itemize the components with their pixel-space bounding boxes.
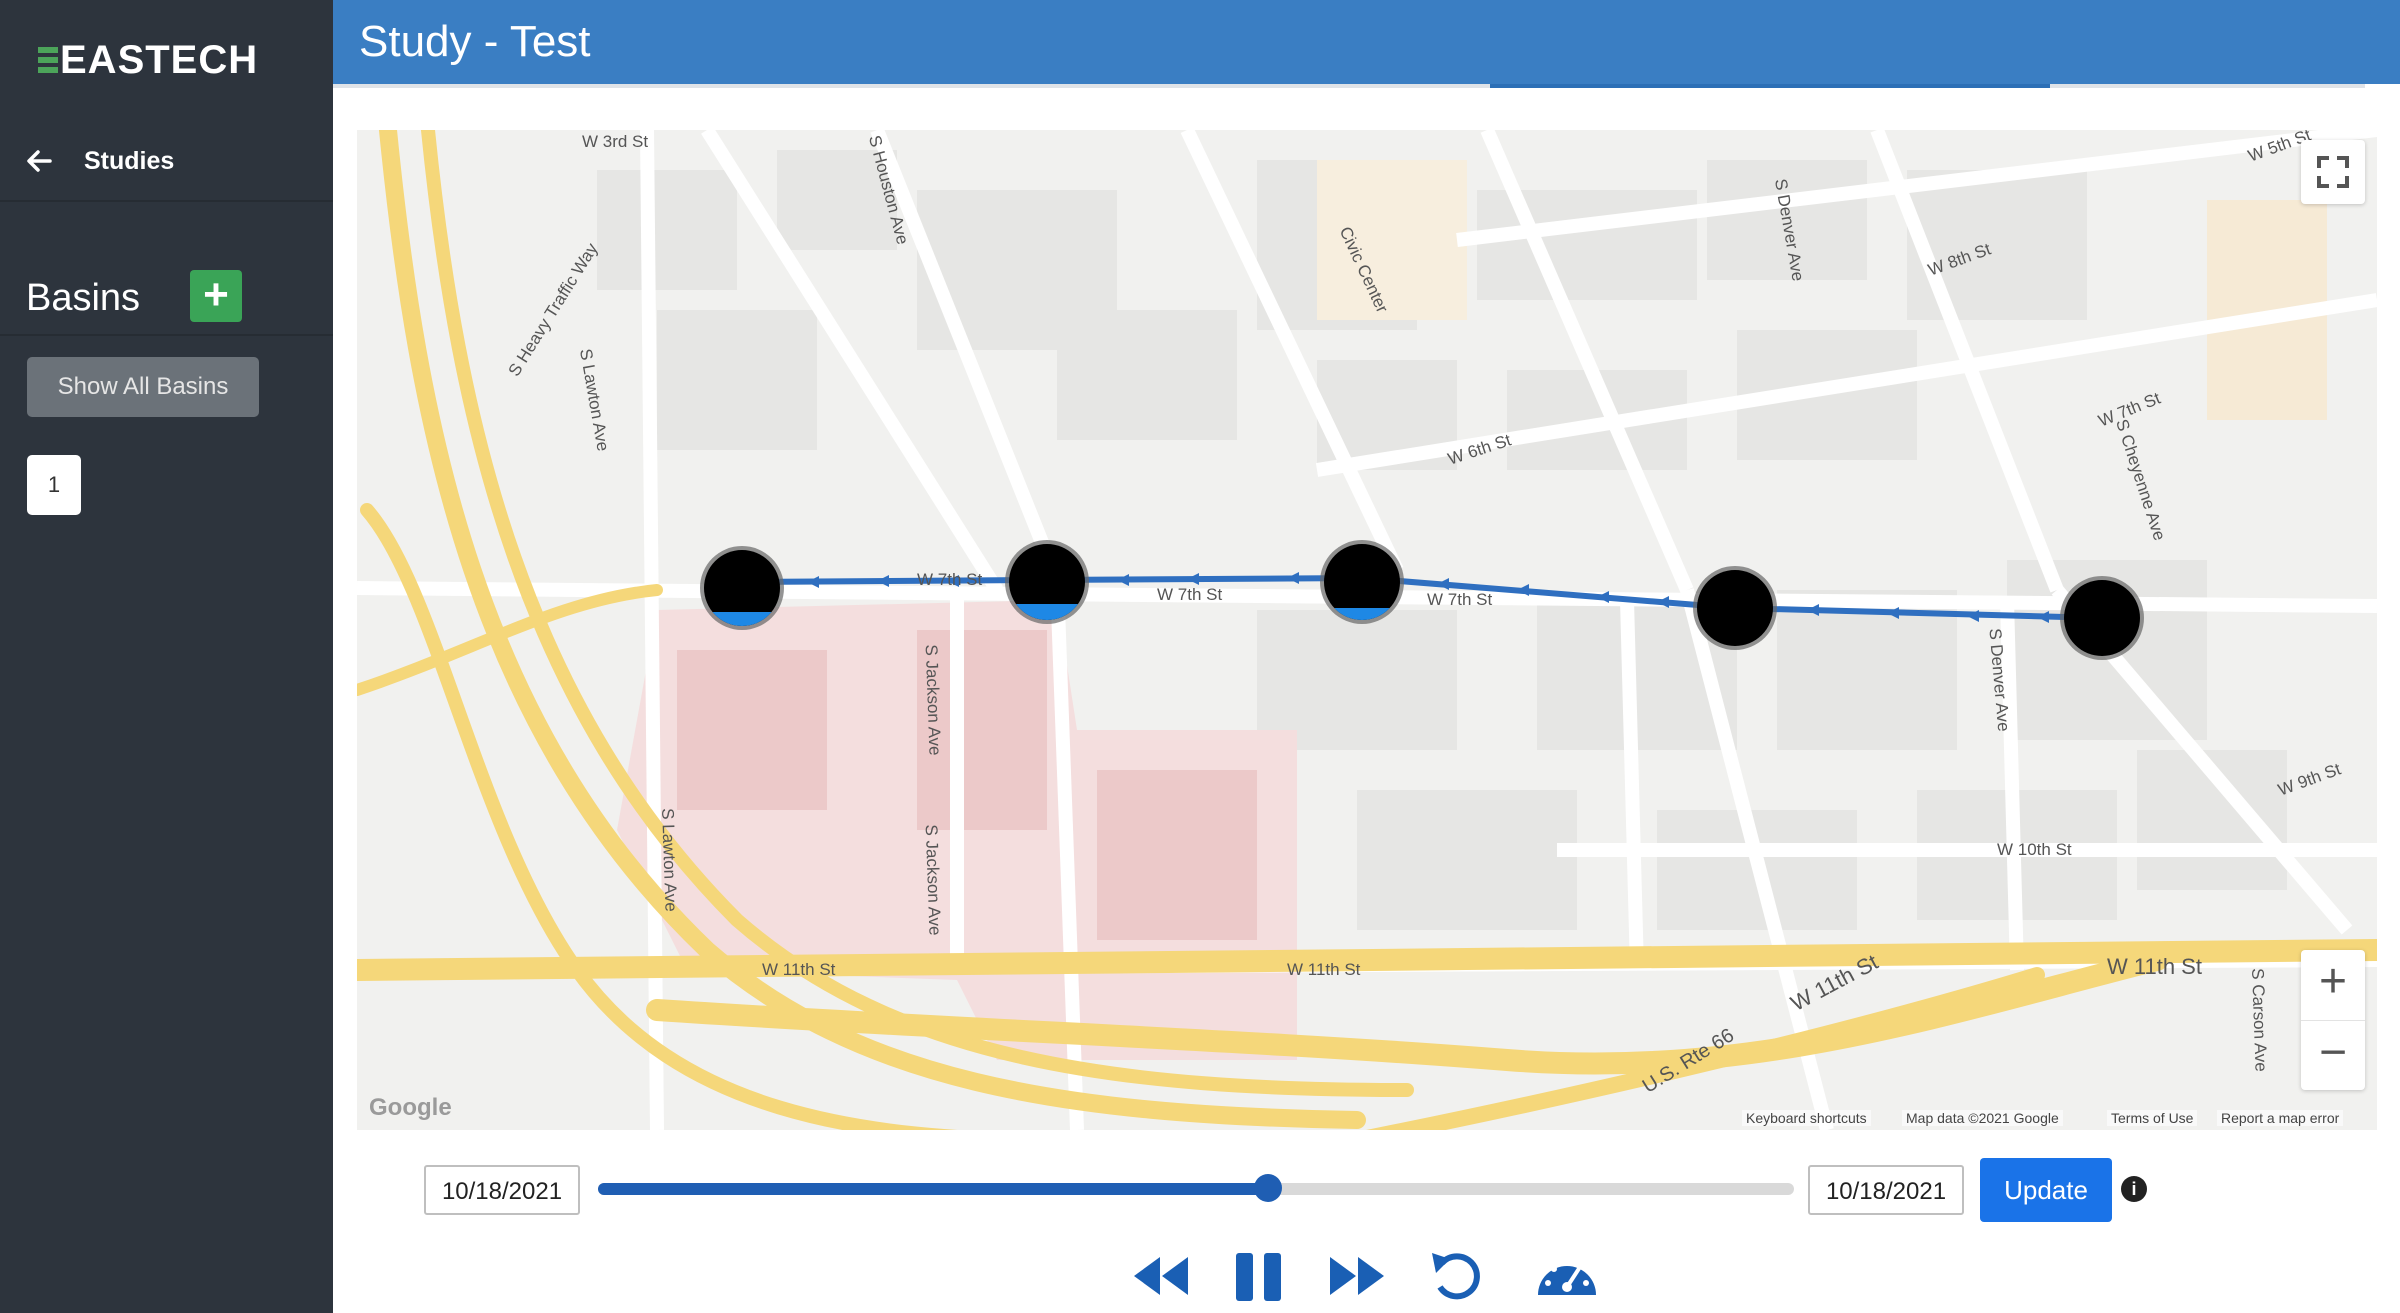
map-data-attribution: Map data ©2021 Google [1902,1110,2063,1126]
zoom-in-button[interactable]: + [2301,950,2365,1020]
eastech-logo[interactable]: EASTECH [38,38,258,82]
basins-heading: Basins [26,277,141,319]
street-label: S Lawton Ave [658,807,681,913]
fast-forward-icon [1330,1257,1384,1295]
report-map-error-link[interactable]: Report a map error [2217,1110,2344,1126]
logo-mark-icon [38,45,58,75]
pause-icon [1236,1253,1281,1301]
map-view[interactable]: W 3rd St W 5th St W 6th St W 7th St W 7t… [357,130,2377,1130]
page-title: Study - Test [359,17,591,66]
replay-button[interactable] [1424,1245,1494,1307]
monitor-node[interactable] [2060,576,2144,660]
speed-icon [1538,1260,1596,1295]
street-label: W 7th St [1157,585,1223,604]
street-label: W 11th St [762,960,836,979]
start-date-input[interactable]: 10/18/2021 [424,1165,580,1215]
keyboard-shortcuts-link[interactable]: Keyboard shortcuts [1742,1110,1871,1126]
street-label: W 11th St [1287,960,1361,979]
add-basin-button[interactable]: + [190,270,242,322]
header-accent-line [1490,84,2050,88]
street-label: S Jackson Ave [921,644,945,756]
rewind-icon [1134,1257,1188,1295]
end-date-input[interactable]: 10/18/2021 [1808,1165,1964,1215]
header-underline [333,84,2365,88]
street-label: W 3rd St [582,132,649,151]
timeline-slider[interactable] [598,1174,1794,1202]
google-logo: Google [369,1094,452,1121]
zoom-out-button[interactable]: − [2301,1020,2365,1091]
divider [0,200,333,202]
info-icon[interactable]: i [2121,1176,2147,1202]
terms-of-use-link[interactable]: Terms of Use [2107,1110,2198,1126]
divider [0,334,333,336]
page-header: Study - Test [333,0,2400,84]
speed-button[interactable] [1532,1245,1602,1307]
replay-icon [1432,1253,1480,1300]
show-all-basins-button[interactable]: Show All Basins [27,357,259,417]
street-label: S Jackson Ave [921,824,945,936]
fullscreen-icon [2317,156,2349,188]
sidebar: EASTECH Studies Basins + Show All Basins… [0,0,333,1313]
street-label: W 11th St [2107,954,2202,979]
back-label: Studies [84,146,175,175]
arrow-left-icon [27,150,52,172]
pause-button[interactable] [1224,1245,1294,1307]
basin-list-item[interactable]: 1 [27,455,81,515]
timeline-slider-handle[interactable] [1253,1174,1282,1202]
monitor-node[interactable] [1693,566,1777,650]
zoom-controls: + − [2301,950,2365,1090]
street-label: W 10th St [1997,840,2072,859]
street-label: W 7th St [917,570,983,589]
timeline-slider-fill [598,1183,1268,1195]
street-label: S Carson Ave [2248,967,2271,1073]
rewind-button[interactable] [1126,1245,1196,1307]
fast-forward-button[interactable] [1322,1245,1392,1307]
logo-text: EASTECH [60,38,259,82]
fullscreen-button[interactable] [2301,140,2365,204]
street-label: W 7th St [1427,590,1493,609]
back-to-studies-link[interactable]: Studies [26,138,174,184]
update-button[interactable]: Update [1980,1158,2112,1222]
monitor-node[interactable] [1005,540,1089,624]
